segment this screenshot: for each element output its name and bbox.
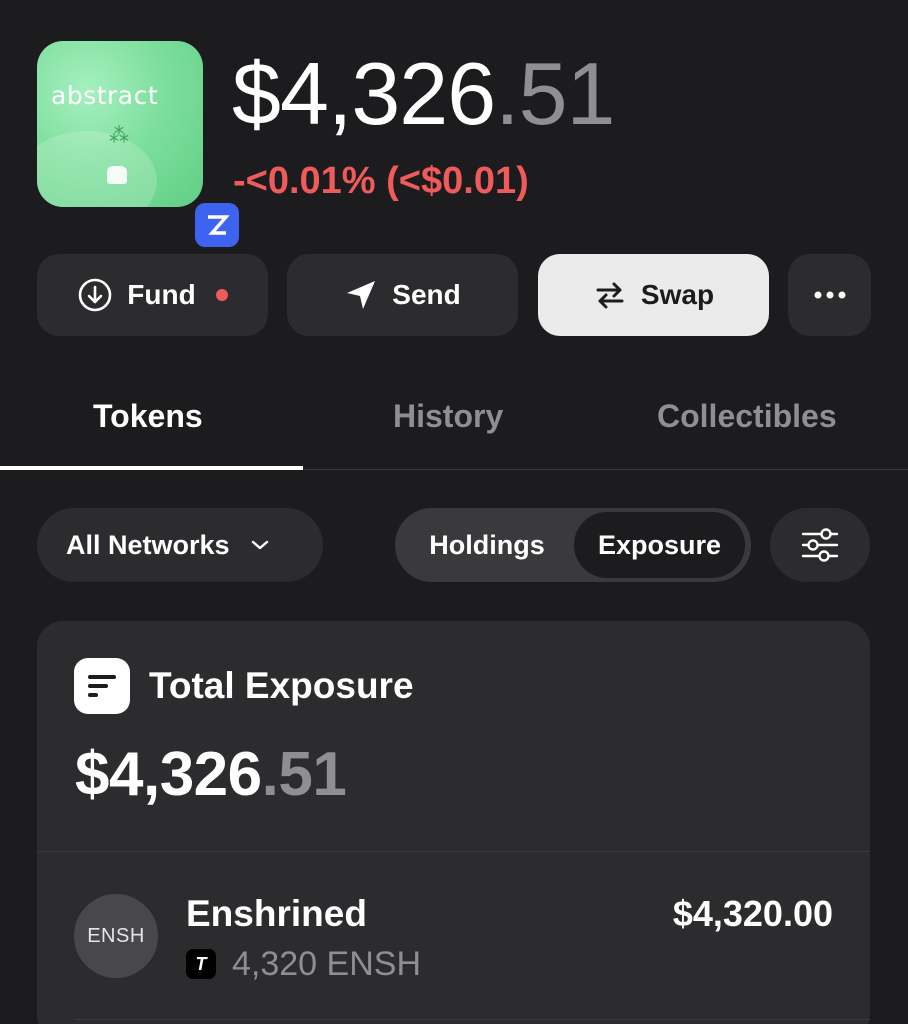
exposure-title: Total Exposure — [149, 665, 414, 706]
wallet-screen: abstract ⁂ $4,326.51 -<0.01% (<$0.01) Fu… — [0, 0, 908, 1024]
avatar-logo-icon: ⁂ — [109, 125, 129, 147]
send-label: Send — [392, 279, 461, 310]
token-value: $4,320.00 — [672, 893, 833, 934]
filter-settings-button[interactable] — [770, 508, 870, 582]
swap-arrows-icon — [596, 282, 624, 309]
avatar-brand-text: abstract — [51, 81, 159, 110]
network-badge — [190, 198, 244, 252]
token-avatar: ENSH — [74, 894, 158, 978]
tab-collectibles[interactable]: Collectibles — [657, 398, 837, 435]
fund-notification-dot — [215, 289, 228, 301]
balance-change: -<0.01% (<$0.01) — [233, 160, 529, 202]
tab-tokens[interactable]: Tokens — [93, 398, 203, 435]
chevron-down-icon — [251, 540, 268, 550]
sliders-icon — [801, 528, 839, 562]
balance-cents: .51 — [495, 44, 615, 143]
fund-button[interactable]: Fund — [37, 254, 268, 336]
swap-label: Swap — [640, 279, 715, 310]
token-amount: 4,320 ENSH — [232, 945, 421, 983]
send-arrow-icon — [347, 281, 376, 309]
exposure-total-cents: .51 — [261, 740, 347, 809]
chain-t-icon: T — [186, 949, 216, 979]
tab-history[interactable]: History — [393, 398, 503, 435]
exposure-list-icon — [74, 658, 130, 714]
exposure-total-dollars: $4,326 — [75, 740, 262, 809]
wallet-balance: $4,326.51 — [232, 50, 616, 138]
exposure-total: $4,326.51 — [75, 739, 347, 810]
wallet-avatar[interactable]: abstract ⁂ — [37, 41, 203, 207]
network-label: All Networks — [66, 529, 230, 560]
zksync-badge-icon — [195, 203, 239, 247]
row-divider — [74, 1019, 870, 1020]
avatar-wave-art — [37, 131, 157, 207]
view-segmented-control: Holdings Exposure — [395, 508, 751, 582]
send-button[interactable]: Send — [287, 254, 518, 336]
network-selector[interactable]: All Networks — [37, 508, 323, 582]
tab-bar: Tokens History Collectibles — [0, 380, 908, 470]
more-horizontal-icon — [814, 291, 845, 299]
swap-button[interactable]: Swap — [538, 254, 769, 336]
token-name: Enshrined — [186, 893, 367, 934]
card-divider — [37, 851, 870, 852]
wallet-avatar-container[interactable]: abstract ⁂ — [37, 41, 244, 252]
segment-exposure[interactable]: Exposure — [574, 512, 745, 578]
avatar-ghost-icon — [107, 166, 127, 184]
fund-label: Fund — [127, 279, 196, 310]
segment-holdings[interactable]: Holdings — [397, 512, 577, 578]
more-button[interactable] — [788, 254, 871, 336]
exposure-card: Total Exposure $4,326.51 ENSH Enshrined … — [37, 621, 870, 1024]
download-circle-icon — [78, 278, 112, 312]
balance-dollars: $4,326 — [232, 44, 496, 143]
active-tab-indicator — [0, 466, 303, 470]
